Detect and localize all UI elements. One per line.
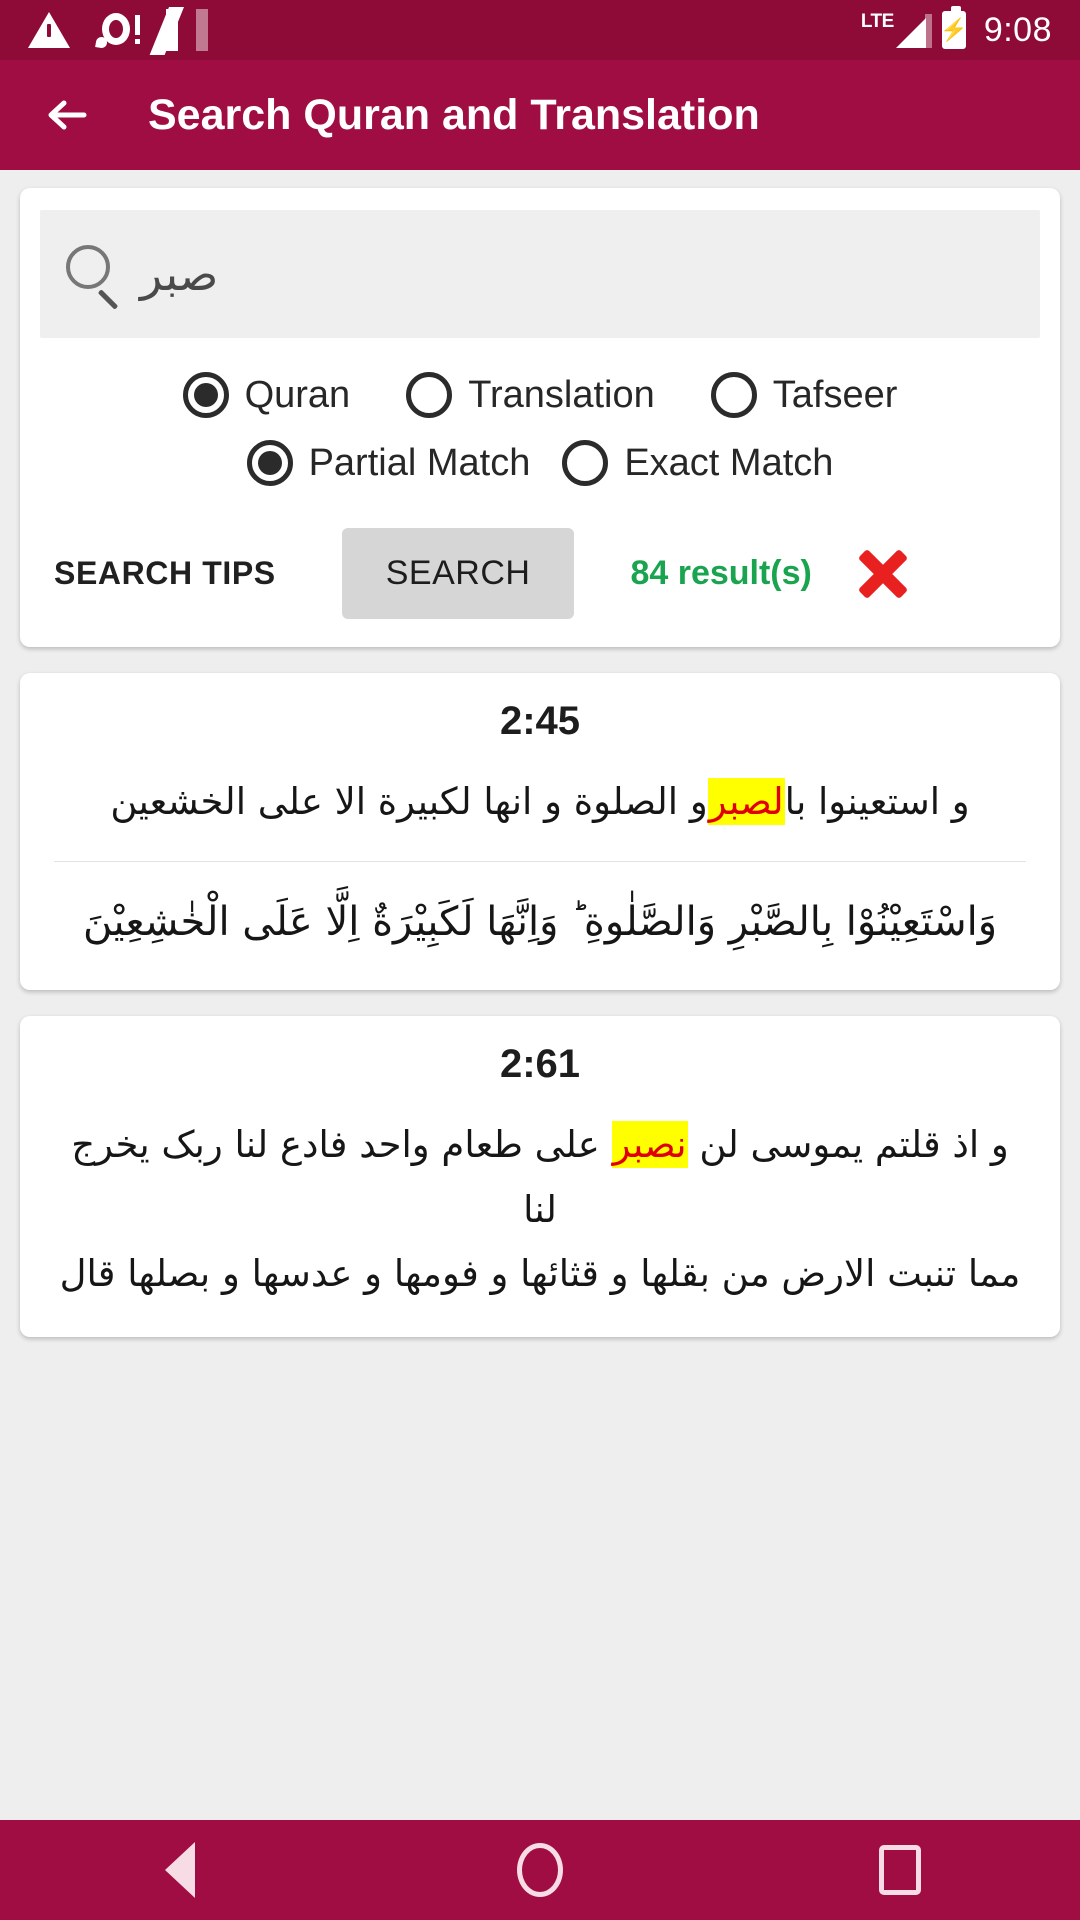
page-title: Search Quran and Translation	[148, 90, 760, 139]
ayah-text-before: و استعينوا با	[784, 780, 970, 823]
back-triangle-icon	[165, 1842, 195, 1898]
result-card[interactable]: 2:61 و اذ قلتم يموسى لن نصبر على طعام وا…	[20, 1015, 1060, 1337]
lte-label: LTE	[860, 11, 894, 32]
back-arrow-icon[interactable]	[38, 83, 102, 147]
radio-option-exact-match[interactable]: Exact Match	[562, 440, 833, 486]
nav-recents-button[interactable]	[840, 1820, 960, 1920]
close-x-icon[interactable]	[854, 545, 912, 603]
ayah-reference: 2:45	[499, 699, 581, 743]
nougat-icon	[149, 7, 208, 55]
scroll-content[interactable]: صبر Quran Translation Tafseer Partial Ma…	[0, 170, 1080, 1820]
warning-icon	[28, 12, 70, 48]
search-button[interactable]: SEARCH	[341, 528, 575, 619]
app-root: LTE ⚡ 9:08 Search Quran and Translation	[0, 0, 1080, 1920]
search-actions: SEARCH TIPS SEARCH 84 result(s)	[40, 528, 1040, 619]
status-bar: LTE ⚡ 9:08	[0, 0, 1080, 60]
ayah-text-before: و اذ قلتم يموسى لن	[687, 1122, 1009, 1166]
result-count-label: 84 result(s)	[630, 554, 812, 592]
radio-label: Exact Match	[624, 441, 834, 484]
recents-square-icon	[879, 1845, 921, 1895]
system-navigation-bar	[0, 1820, 1080, 1920]
search-input-value: صبر	[140, 247, 219, 301]
radio-label: Partial Match	[308, 441, 531, 484]
search-tips-link[interactable]: SEARCH TIPS	[54, 555, 276, 592]
radio-indicator	[182, 372, 229, 418]
radio-label: Translation	[468, 373, 655, 416]
ayah-script-text: وَاسْتَعِيْنُوْا بِالصَّبْرِ وَالصَّلٰوة…	[82, 898, 998, 945]
search-input[interactable]: صبر	[40, 210, 1040, 338]
match-radio-group: Partial Match Exact Match	[40, 440, 1040, 486]
signal-icon	[895, 12, 932, 48]
location-alert-icon	[95, 11, 140, 49]
ayah-highlight: لصبر	[707, 778, 785, 825]
battery-charging-icon: ⚡	[940, 6, 968, 49]
nav-back-button[interactable]	[120, 1820, 240, 1920]
radio-indicator	[406, 372, 453, 418]
nav-home-button[interactable]	[480, 1820, 600, 1920]
app-bar: Search Quran and Translation	[0, 60, 1080, 170]
ayah-plain-text: و استعينوا بالصبرو الصلوة و انها لكبيرة …	[46, 770, 1034, 835]
radio-indicator	[710, 372, 757, 418]
home-circle-icon	[517, 1843, 563, 1897]
ayah-text-after: و الصلوة و انها لكبيرة الا على الخشعين	[110, 780, 708, 823]
search-icon	[62, 243, 124, 310]
search-panel: صبر Quran Translation Tafseer Partial Ma…	[20, 188, 1060, 647]
result-card[interactable]: 2:45 و استعينوا بالصبرو الصلوة و انها لك…	[20, 673, 1060, 990]
ayah-plain-text: و اذ قلتم يموسى لن نصبر على طعام واحد فا…	[46, 1113, 1034, 1243]
scope-radio-group: Quran Translation Tafseer	[40, 372, 1040, 418]
ayah-highlight: نصبر	[611, 1120, 688, 1168]
clock-label: 9:08	[983, 10, 1052, 49]
status-bar-left-icons	[28, 7, 208, 55]
radio-option-translation[interactable]: Translation	[406, 372, 655, 418]
radio-option-quran[interactable]: Quran	[182, 372, 351, 418]
radio-option-partial-match[interactable]: Partial Match	[246, 440, 531, 486]
radio-label: Quran	[244, 373, 351, 416]
signal-group: LTE	[861, 12, 932, 48]
radio-indicator	[246, 440, 293, 486]
radio-label: Tafseer	[772, 373, 898, 416]
result-divider	[54, 860, 1026, 862]
radio-option-tafseer[interactable]: Tafseer	[710, 372, 898, 418]
ayah-reference: 2:61	[499, 1041, 581, 1086]
radio-indicator	[562, 440, 609, 486]
status-bar-right-icons: LTE ⚡ 9:08	[861, 6, 1052, 50]
ayah-text-after: على طعام واحد فادع لنا ربک يخرج لنا	[71, 1122, 612, 1231]
ayah-plain-text-continued: مما تنبت الارض من بقلها و قثائها و فومها…	[59, 1252, 1021, 1296]
